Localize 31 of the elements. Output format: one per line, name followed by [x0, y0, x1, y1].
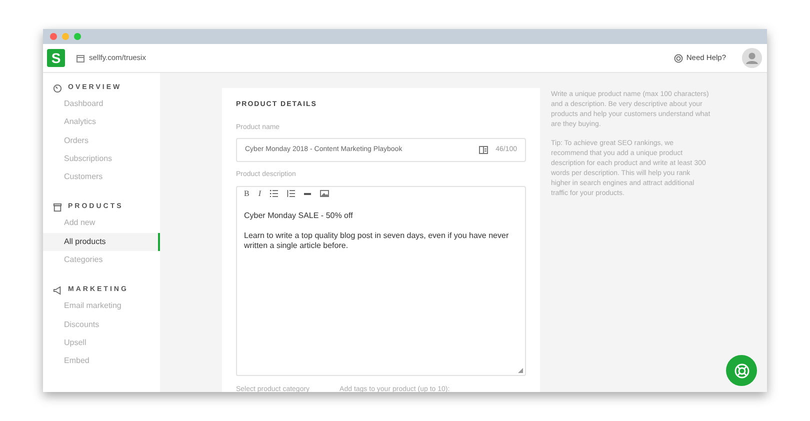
sidebar-item[interactable]: Discounts — [43, 316, 160, 334]
text-editor[interactable]: B I Cyber Monday SALE - 50% off Learn to write a top quality blog post in seven days, even if you have never written a single article before. — [236, 186, 526, 376]
sidebar-item[interactable]: Customers — [43, 168, 160, 186]
resize-handle-icon[interactable] — [518, 368, 523, 372]
sidebar-item[interactable]: All products — [43, 232, 160, 252]
store-icon — [76, 54, 85, 62]
bold-button[interactable]: B — [244, 188, 250, 200]
box-icon — [53, 202, 62, 212]
sidebar-item[interactable]: Add new — [43, 214, 160, 233]
numbered-list-icon[interactable] — [287, 190, 296, 197]
sidebar-item[interactable]: Subscriptions — [43, 150, 160, 168]
sidebar-item[interactable]: Categories — [43, 251, 160, 270]
lifebuoy-icon — [734, 362, 750, 378]
sidebar-item[interactable]: Upsell — [43, 334, 160, 352]
lifebuoy-icon — [674, 54, 684, 62]
logo[interactable]: S — [47, 49, 65, 67]
image-icon[interactable] — [320, 190, 330, 197]
sidebar-item[interactable]: Orders — [43, 132, 160, 150]
paragraph: Cyber Monday SALE - 50% off — [243, 210, 354, 221]
sidebar-item[interactable]: Email marketing — [43, 297, 160, 316]
card-icon — [478, 146, 488, 154]
sidebar-item[interactable]: Embed — [43, 352, 160, 371]
megaphone-icon — [53, 286, 62, 295]
close-button[interactable] — [50, 33, 57, 40]
sidebar-item[interactable]: Dashboard — [43, 95, 160, 114]
italic-button[interactable]: I — [258, 188, 262, 200]
bullet-list-icon[interactable] — [270, 190, 278, 197]
dashboard-icon — [53, 84, 62, 92]
paragraph: Learn to write a top quality blog post in seven days, even if you have never written a single article before. — [243, 230, 510, 252]
sidebar-item[interactable]: Analytics — [43, 113, 160, 132]
help-button[interactable] — [726, 355, 757, 386]
